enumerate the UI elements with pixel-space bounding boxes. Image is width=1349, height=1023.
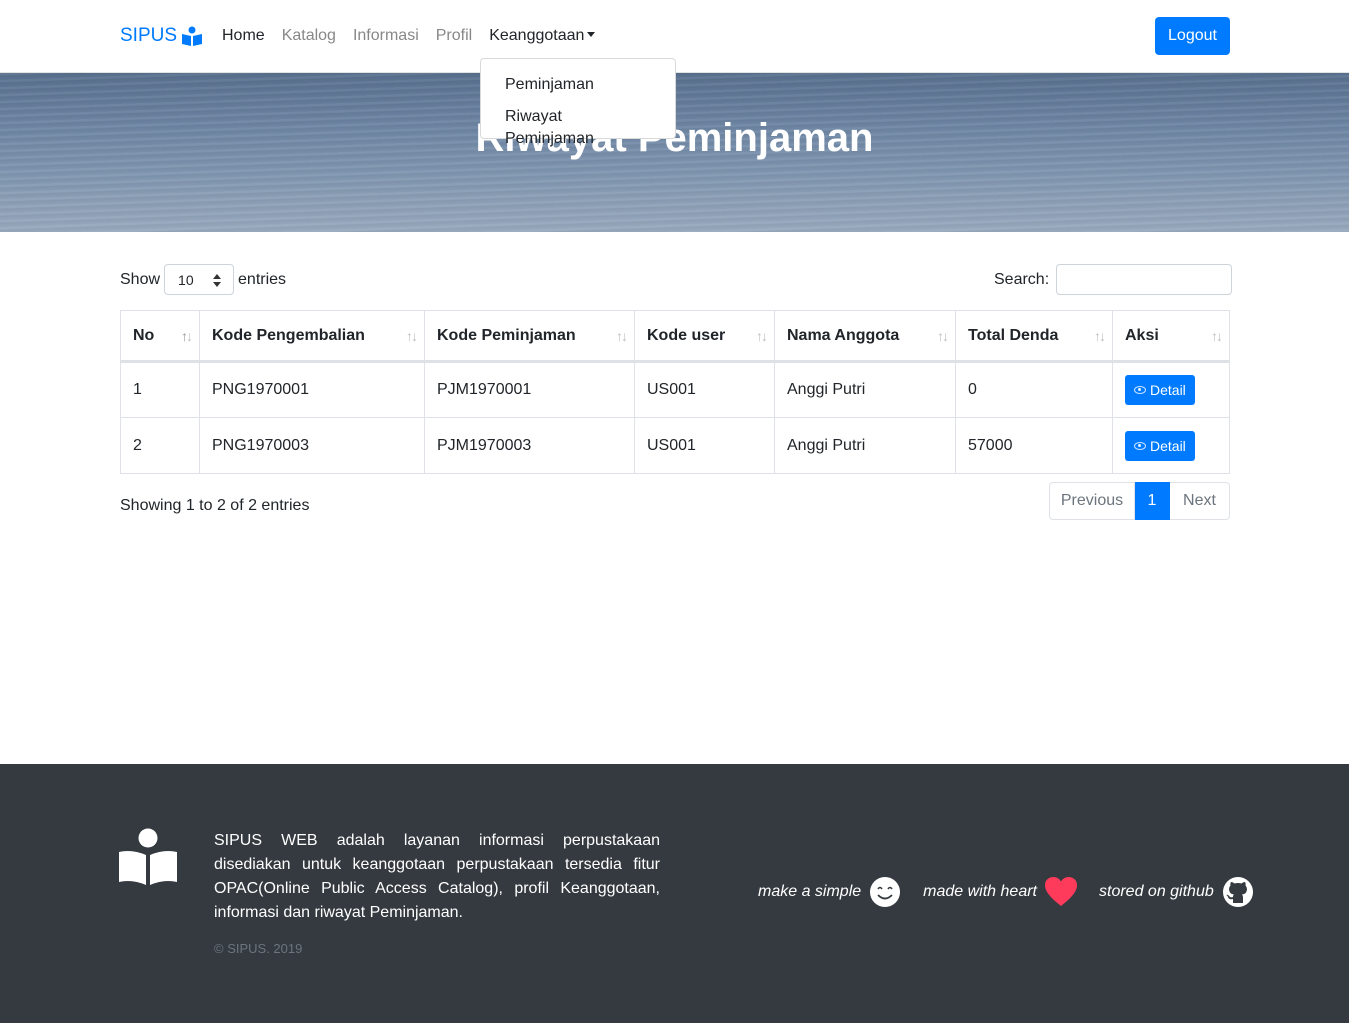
main-nav: Home Katalog Informasi Profil Keanggotaa… bbox=[222, 27, 612, 45]
table-row: 1 PNG1970001 PJM1970001 US001 Anggi Putr… bbox=[120, 361, 1230, 418]
sort-icon: ↑↓ bbox=[1094, 328, 1106, 344]
cell-kode-peminjaman: PJM1970003 bbox=[424, 417, 635, 474]
entries-label: entries bbox=[238, 270, 287, 288]
col-nama-anggota[interactable]: Nama Anggota ↑↓ bbox=[774, 310, 956, 363]
sort-icon: ↑↓ bbox=[181, 328, 193, 344]
badge-simple: make a simple bbox=[758, 876, 901, 908]
col-no-label: No bbox=[133, 326, 155, 344]
col-total-denda[interactable]: Total Denda ↑↓ bbox=[955, 310, 1113, 363]
search-label: Search: bbox=[994, 270, 1050, 288]
github-icon bbox=[1222, 877, 1253, 907]
col-total-denda-label: Total Denda bbox=[968, 326, 1059, 344]
cell-aksi: Detail bbox=[1112, 361, 1230, 418]
cell-aksi: Detail bbox=[1112, 417, 1230, 474]
search-input[interactable] bbox=[1056, 264, 1233, 295]
cell-no: 1 bbox=[120, 361, 200, 418]
sort-icon: ↑↓ bbox=[1211, 328, 1223, 344]
col-kode-pengembalian-label: Kode Pengembalian bbox=[212, 326, 365, 344]
cell-total-denda: 0 bbox=[955, 361, 1113, 418]
footer-copyright: © SIPUS. 2019 bbox=[214, 941, 303, 956]
caret-down-icon bbox=[587, 32, 596, 37]
col-nama-anggota-label: Nama Anggota bbox=[787, 326, 900, 344]
badge-simple-label: make a simple bbox=[758, 883, 862, 900]
cell-kode-user: US001 bbox=[634, 361, 775, 418]
keanggotaan-dropdown-menu: Peminjaman Riwayat Peminjaman bbox=[480, 58, 676, 147]
badge-heart: made with heart bbox=[923, 877, 1077, 907]
sort-icon: ↑↓ bbox=[406, 328, 418, 344]
nav-informasi[interactable]: Informasi bbox=[353, 27, 419, 45]
riwayat-table: No ↑↓ Kode Pengembalian ↑↓ Kode Peminjaman… bbox=[120, 310, 1230, 474]
book-reader-icon bbox=[119, 828, 177, 885]
detail-button[interactable]: Detail bbox=[1125, 375, 1195, 405]
detail-button-label: Detail bbox=[1150, 382, 1186, 398]
entries-length-control: Show 10 entries bbox=[120, 264, 286, 295]
detail-button-label: Detail bbox=[1150, 437, 1186, 454]
entries-length-select[interactable]: 10 bbox=[164, 264, 235, 295]
pagination-previous[interactable]: Previous bbox=[1049, 482, 1135, 520]
badge-github: stored on github bbox=[1099, 876, 1254, 908]
cell-kode-pengembalian: PNG1970001 bbox=[199, 361, 425, 418]
logout-button[interactable]: Logout bbox=[1155, 17, 1230, 55]
footer-description: SIPUS WEB adalah layanan informasi perpu… bbox=[214, 832, 660, 921]
dropdown-item-peminjaman[interactable]: Peminjaman bbox=[481, 74, 675, 106]
cell-total-denda: 57000 bbox=[955, 417, 1113, 474]
show-label: Show bbox=[120, 270, 161, 288]
pagination: Previous 1 Next bbox=[1049, 482, 1230, 520]
col-no[interactable]: No ↑↓ bbox=[120, 310, 200, 363]
dropdown-item-riwayat-peminjaman[interactable]: Riwayat Peminjaman bbox=[481, 106, 675, 147]
smile-icon bbox=[870, 877, 901, 907]
pagination-page-1[interactable]: 1 bbox=[1135, 482, 1170, 520]
eye-icon bbox=[1134, 386, 1146, 394]
cell-nama-anggota: Anggi Putri bbox=[774, 361, 956, 418]
col-kode-peminjaman-label: Kode Peminjaman bbox=[437, 326, 576, 344]
nav-keanggotaan-label: Keanggotaan bbox=[489, 27, 585, 44]
cell-no: 2 bbox=[120, 417, 200, 474]
detail-button[interactable]: Detail bbox=[1125, 430, 1195, 461]
cell-kode-user: US001 bbox=[634, 417, 775, 474]
cell-nama-anggota: Anggi Putri bbox=[774, 417, 956, 474]
sort-icon: ↑↓ bbox=[756, 328, 768, 344]
col-aksi-label: Aksi bbox=[1125, 326, 1159, 344]
col-kode-pengembalian[interactable]: Kode Pengembalian ↑↓ bbox=[199, 310, 425, 363]
nav-keanggotaan-dropdown[interactable]: Keanggotaan bbox=[489, 27, 596, 45]
select-arrows-icon bbox=[213, 274, 222, 287]
badge-github-label: stored on github bbox=[1099, 883, 1214, 900]
brand-text[interactable]: SIPUS bbox=[120, 25, 177, 47]
entries-length-value: 10 bbox=[178, 271, 194, 288]
pagination-next[interactable]: Next bbox=[1170, 482, 1230, 520]
table-info: Showing 1 to 2 of 2 entries bbox=[120, 497, 310, 514]
nav-profil[interactable]: Profil bbox=[436, 27, 472, 45]
table-row: 2 PNG1970003 PJM1970003 US001 Anggi Putr… bbox=[120, 417, 1230, 474]
footer-badges: make a simple made with heart stored on … bbox=[758, 876, 1254, 908]
col-kode-peminjaman[interactable]: Kode Peminjaman ↑↓ bbox=[424, 310, 635, 363]
sort-icon: ↑↓ bbox=[616, 328, 628, 344]
brand-logo[interactable]: SIPUS bbox=[120, 25, 203, 47]
table-header-row: No ↑↓ Kode Pengembalian ↑↓ Kode Peminjaman… bbox=[120, 310, 1230, 363]
cell-kode-peminjaman: PJM1970001 bbox=[424, 361, 635, 418]
col-aksi[interactable]: Aksi ↑↓ bbox=[1112, 310, 1230, 363]
col-kode-user[interactable]: Kode user ↑↓ bbox=[634, 310, 775, 363]
footer: SIPUS WEB adalah layanan informasi perpu… bbox=[0, 764, 1349, 1023]
table-search: Search: bbox=[994, 264, 1233, 295]
heart-icon bbox=[1045, 877, 1077, 906]
badge-heart-label: made with heart bbox=[923, 883, 1037, 900]
sort-icon: ↑↓ bbox=[937, 328, 949, 344]
col-kode-user-label: Kode user bbox=[647, 326, 726, 344]
nav-katalog[interactable]: Katalog bbox=[282, 27, 336, 45]
cell-kode-pengembalian: PNG1970003 bbox=[199, 417, 425, 474]
nav-home[interactable]: Home bbox=[222, 27, 265, 45]
eye-icon bbox=[1134, 441, 1146, 450]
book-reader-icon bbox=[182, 26, 203, 46]
